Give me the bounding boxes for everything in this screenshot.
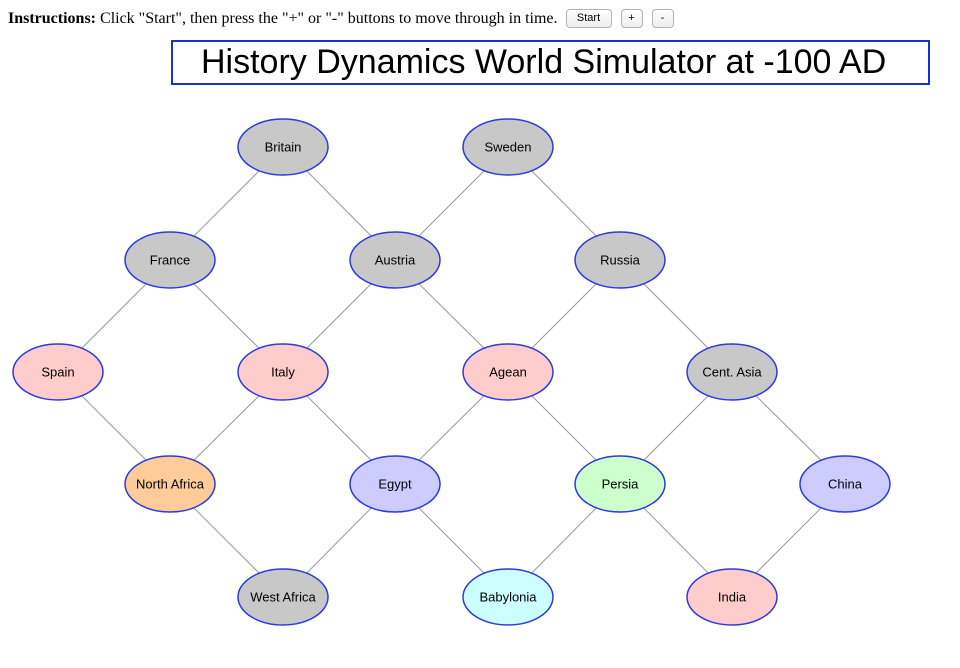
region-label: Spain [41,365,74,380]
region-node-austria: Austria [349,231,441,289]
region-graph: Britain Sweden France Austria Russia Spain Ita… [12,118,891,626]
region-node-britain: Britain [237,118,329,176]
region-label: Agean [489,365,527,380]
region-label: Cent. Asia [702,365,762,380]
graph-nodes: Britain Sweden France Austria Russia Spain Ita… [12,118,891,626]
region-node-north-africa: North Africa [124,455,216,513]
region-node-france: France [124,231,216,289]
region-label: Persia [602,477,640,492]
region-node-persia: Persia [574,455,666,513]
region-label: China [828,477,863,492]
region-node-west-africa: West Africa [237,568,329,626]
region-label: Sweden [485,140,532,155]
region-node-spain: Spain [12,343,104,401]
region-label: Babylonia [479,590,537,605]
region-node-babylonia: Babylonia [462,568,554,626]
region-label: India [718,590,747,605]
region-node-india: India [686,568,778,626]
region-label: West Africa [250,590,316,605]
region-label: Egypt [378,477,412,492]
region-label: Britain [265,140,302,155]
region-node-central-asia: Cent. Asia [686,343,778,401]
region-label: North Africa [136,477,205,492]
region-node-russia: Russia [574,231,666,289]
region-label: France [150,253,190,268]
region-label: Austria [375,253,416,268]
region-label: Italy [271,365,295,380]
region-node-sweden: Sweden [462,118,554,176]
region-node-italy: Italy [237,343,329,401]
region-node-china: China [799,455,891,513]
region-node-agean: Agean [462,343,554,401]
region-node-egypt: Egypt [349,455,441,513]
region-label: Russia [600,253,641,268]
